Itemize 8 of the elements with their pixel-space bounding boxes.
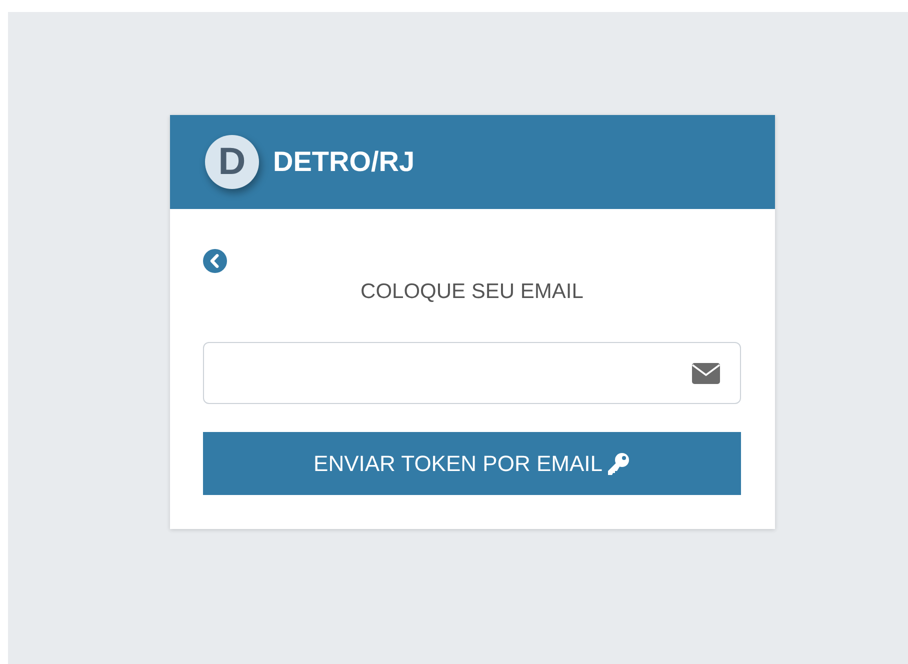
key-icon [606,452,630,476]
send-token-button[interactable]: ENVIAR TOKEN POR EMAIL [203,432,741,495]
logo-badge: D [205,135,259,189]
form-heading: COLOQUE SEU EMAIL [360,280,584,304]
brand-title: DETRO/RJ [273,146,415,178]
email-field[interactable] [203,342,741,404]
envelope-icon [692,362,720,384]
back-icon[interactable] [203,249,227,273]
